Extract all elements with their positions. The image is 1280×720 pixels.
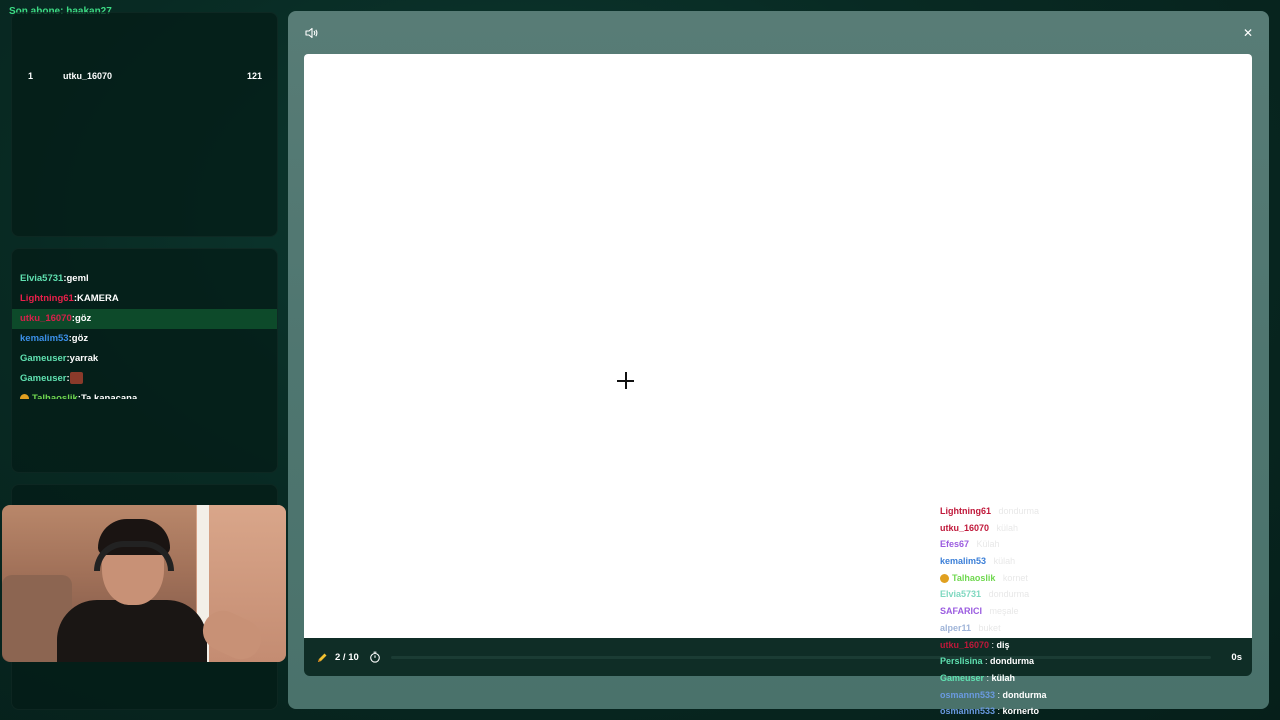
chat-username[interactable]: Gameuser	[20, 353, 66, 364]
crosshair-cursor-icon	[617, 372, 634, 389]
guess-username: Elvia5731	[940, 589, 982, 600]
guess-item: utku_16070 : diş	[940, 637, 1180, 654]
chat-username[interactable]: Talhaoslik	[32, 393, 78, 399]
guess-item: alper11 : buket	[940, 620, 1180, 637]
guess-item: Gameuser : külah	[940, 670, 1180, 687]
close-icon[interactable]: ✕	[1242, 27, 1254, 39]
webcam-person-body	[57, 600, 207, 662]
chat-list[interactable]: Elvia5731:geml Lightning61:KAMERA utku_160…	[12, 269, 277, 399]
image-emote-icon	[69, 372, 83, 385]
guess-separator: :	[971, 622, 979, 633]
face-emoji-icon	[940, 573, 949, 583]
guess-separator: :	[969, 539, 977, 550]
time-remaining: 0s	[1231, 652, 1242, 663]
guess-separator: :	[995, 572, 1003, 583]
guess-word: dondurma	[998, 506, 1040, 516]
chat-message: Lightning61:KAMERA	[12, 289, 277, 309]
guess-username: kemalim53	[940, 556, 987, 567]
guess-word: Külah	[976, 539, 1000, 550]
guess-word: meşale	[989, 606, 1019, 617]
guess-word: kornerto	[1002, 706, 1040, 717]
speaker-icon[interactable]	[305, 27, 319, 39]
guess-item: kemalim53 : külah	[940, 553, 1180, 570]
chat-text: göz	[71, 333, 89, 344]
face-emoji-icon	[20, 393, 29, 399]
chat-username[interactable]: Lightning61	[20, 293, 74, 304]
guess-username: alper11	[940, 622, 972, 633]
chat-message: Talhaoslik:Ta kanacana	[12, 389, 277, 399]
guess-word: külah	[991, 672, 1016, 683]
guess-username: osmannn533	[940, 706, 996, 717]
timer-icon	[370, 651, 380, 663]
chat-message: kemalim53:göz	[12, 329, 277, 349]
guess-item: Perslisina : dondurma	[940, 653, 1180, 670]
guess-item: osmannn533 : dondurma	[940, 687, 1180, 704]
guess-username: Perslisina	[940, 656, 983, 667]
guess-item: Talhaoslik : kornet	[940, 570, 1180, 587]
guess-separator: :	[984, 672, 992, 683]
guess-username: Efes67	[940, 539, 970, 550]
chat-username[interactable]: Elvia5731	[20, 273, 63, 284]
leaderboard-panel: 1 utku_16070 121	[11, 12, 278, 237]
chat-text: göz	[74, 313, 92, 324]
guess-word: dondurma	[990, 656, 1035, 667]
guess-separator: :	[991, 506, 999, 516]
guess-separator: :	[986, 556, 994, 567]
guess-separator: :	[989, 522, 997, 533]
chat-message: Gameuser:yarrak	[12, 349, 277, 369]
chat-text: Ta kanacana	[80, 393, 138, 399]
guess-separator: :	[982, 656, 991, 667]
leaderboard-row: 1 utku_16070 121	[12, 71, 277, 87]
guess-username: Gameuser	[940, 672, 985, 683]
chat-message: utku_16070:göz	[12, 309, 277, 329]
guess-word: külah	[996, 522, 1019, 533]
guess-username: utku_16070	[940, 522, 990, 533]
pencil-icon	[318, 653, 327, 662]
guess-username: utku_16070	[940, 639, 990, 650]
chat-text: geml	[66, 273, 89, 284]
guess-username: osmannn533	[940, 689, 996, 700]
guess-word: kornet	[1002, 572, 1028, 583]
chat-username[interactable]: utku_16070	[20, 313, 72, 324]
guess-separator: :	[995, 706, 1003, 717]
guess-separator: :	[982, 606, 990, 617]
guess-separator: :	[981, 589, 989, 600]
webcam-feed	[2, 505, 286, 662]
chat-panel: Elvia5731:geml Lightning61:KAMERA utku_160…	[11, 248, 278, 473]
guess-word: dondurma	[988, 589, 1030, 600]
guess-separator: :	[989, 639, 997, 650]
guess-item: Efes67 : Külah	[940, 536, 1180, 553]
chat-username[interactable]: kemalim53	[20, 333, 69, 344]
guess-item: SAFARICI : meşale	[940, 603, 1180, 620]
guess-item: osmannn533 : kornerto	[940, 703, 1180, 720]
guess-word: diş	[996, 639, 1010, 650]
chat-message: Elvia5731:geml	[12, 269, 277, 289]
guess-word: dondurma	[1002, 689, 1047, 700]
chat-text: yarrak	[69, 353, 99, 364]
leaderboard-username: utku_16070	[63, 71, 113, 81]
guess-item: Lightning61 : dondurma	[940, 503, 1180, 520]
guess-word: buket	[978, 622, 1001, 633]
chat-text: KAMERA	[77, 293, 119, 304]
guess-feed: Lightning61 : dondurma utku_16070 : külah…	[940, 503, 1180, 720]
leaderboard-score: 121	[246, 71, 262, 81]
guess-username: SAFARICI	[940, 606, 983, 617]
guess-word: külah	[993, 556, 1016, 567]
chat-message: Gameuser:	[12, 369, 277, 389]
round-counter: 2 / 10	[335, 652, 359, 663]
guess-username: Lightning61	[940, 506, 991, 516]
chat-username[interactable]: Gameuser	[20, 373, 66, 384]
leaderboard-rank: 1	[28, 71, 34, 81]
guess-item: utku_16070 : külah	[940, 520, 1180, 537]
guess-item: Elvia5731 : dondurma	[940, 586, 1180, 603]
guess-separator: :	[995, 689, 1003, 700]
guess-username: Talhaoslik	[952, 572, 996, 583]
